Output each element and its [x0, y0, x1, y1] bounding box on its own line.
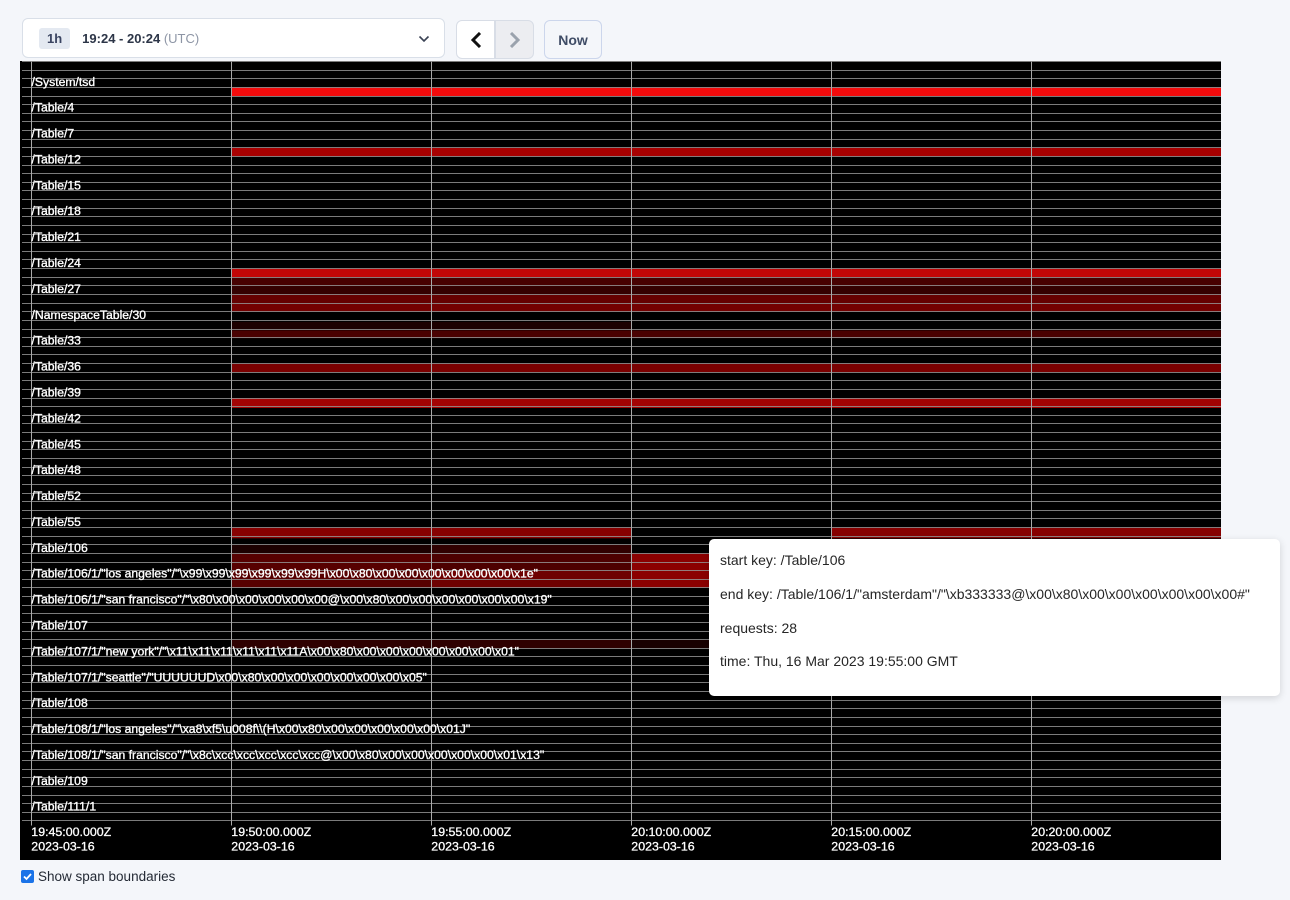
svg-text:/Table/45: /Table/45 [32, 437, 82, 451]
svg-text:/Table/107: /Table/107 [32, 619, 88, 633]
svg-text:/Table/48: /Table/48 [32, 463, 82, 477]
svg-text:/Table/33: /Table/33 [32, 334, 82, 348]
svg-text:/Table/21: /Table/21 [32, 230, 82, 244]
svg-text:/Table/106/1/"san francisco"/": /Table/106/1/"san francisco"/"\x80\x00\x… [32, 593, 552, 607]
svg-text:/Table/108/1/"san francisco"/": /Table/108/1/"san francisco"/"\x8c\xcc\x… [32, 748, 545, 762]
svg-text:/Table/12: /Table/12 [32, 153, 82, 167]
svg-text:2023-03-16: 2023-03-16 [831, 840, 894, 854]
svg-text:19:55:00.000Z: 19:55:00.000Z [431, 825, 511, 839]
svg-text:/Table/107/1/"new york"/"\x11\: /Table/107/1/"new york"/"\x11\x11\x11\x1… [32, 644, 520, 658]
svg-text:/Table/106: /Table/106 [32, 541, 88, 555]
svg-text:/Table/109: /Table/109 [32, 774, 88, 788]
svg-text:/System/tsd: /System/tsd [32, 75, 96, 89]
svg-text:/Table/24: /Table/24 [32, 256, 82, 270]
svg-text:/Table/107/1/"seattle"/"UUUUUU: /Table/107/1/"seattle"/"UUUUUUD\x00\x80\… [32, 670, 427, 684]
svg-text:/Table/55: /Table/55 [32, 515, 82, 529]
svg-text:20:15:00.000Z: 20:15:00.000Z [831, 825, 911, 839]
svg-text:19:50:00.000Z: 19:50:00.000Z [231, 825, 311, 839]
svg-text:/Table/4: /Table/4 [32, 101, 75, 115]
svg-text:20:10:00.000Z: 20:10:00.000Z [631, 825, 711, 839]
svg-text:/Table/106/1/"los angeles"/"\x: /Table/106/1/"los angeles"/"\x99\x99\x99… [32, 567, 538, 581]
svg-text:2023-03-16: 2023-03-16 [1031, 840, 1094, 854]
svg-text:/Table/27: /Table/27 [32, 282, 82, 296]
svg-text:2023-03-16: 2023-03-16 [431, 840, 494, 854]
svg-text:/Table/18: /Table/18 [32, 204, 82, 218]
svg-text:/Table/15: /Table/15 [32, 178, 82, 192]
svg-text:2023-03-16: 2023-03-16 [631, 840, 694, 854]
svg-text:/Table/108: /Table/108 [32, 696, 88, 710]
svg-text:2023-03-16: 2023-03-16 [231, 840, 294, 854]
svg-text:/Table/39: /Table/39 [32, 386, 82, 400]
svg-text:/Table/36: /Table/36 [32, 360, 82, 374]
svg-text:/Table/7: /Table/7 [32, 127, 75, 141]
svg-text:20:20:00.000Z: 20:20:00.000Z [1031, 825, 1111, 839]
svg-text:/Table/108/1/"los angeles"/"\x: /Table/108/1/"los angeles"/"\xa8\xf5\u00… [32, 722, 471, 736]
svg-text:19:45:00.000Z: 19:45:00.000Z [31, 825, 111, 839]
svg-text:/Table/52: /Table/52 [32, 489, 82, 503]
svg-text:2023-03-16: 2023-03-16 [31, 840, 94, 854]
svg-text:/NamespaceTable/30: /NamespaceTable/30 [32, 308, 147, 322]
svg-text:/Table/42: /Table/42 [32, 411, 82, 425]
svg-text:/Table/111/1: /Table/111/1 [32, 800, 97, 814]
